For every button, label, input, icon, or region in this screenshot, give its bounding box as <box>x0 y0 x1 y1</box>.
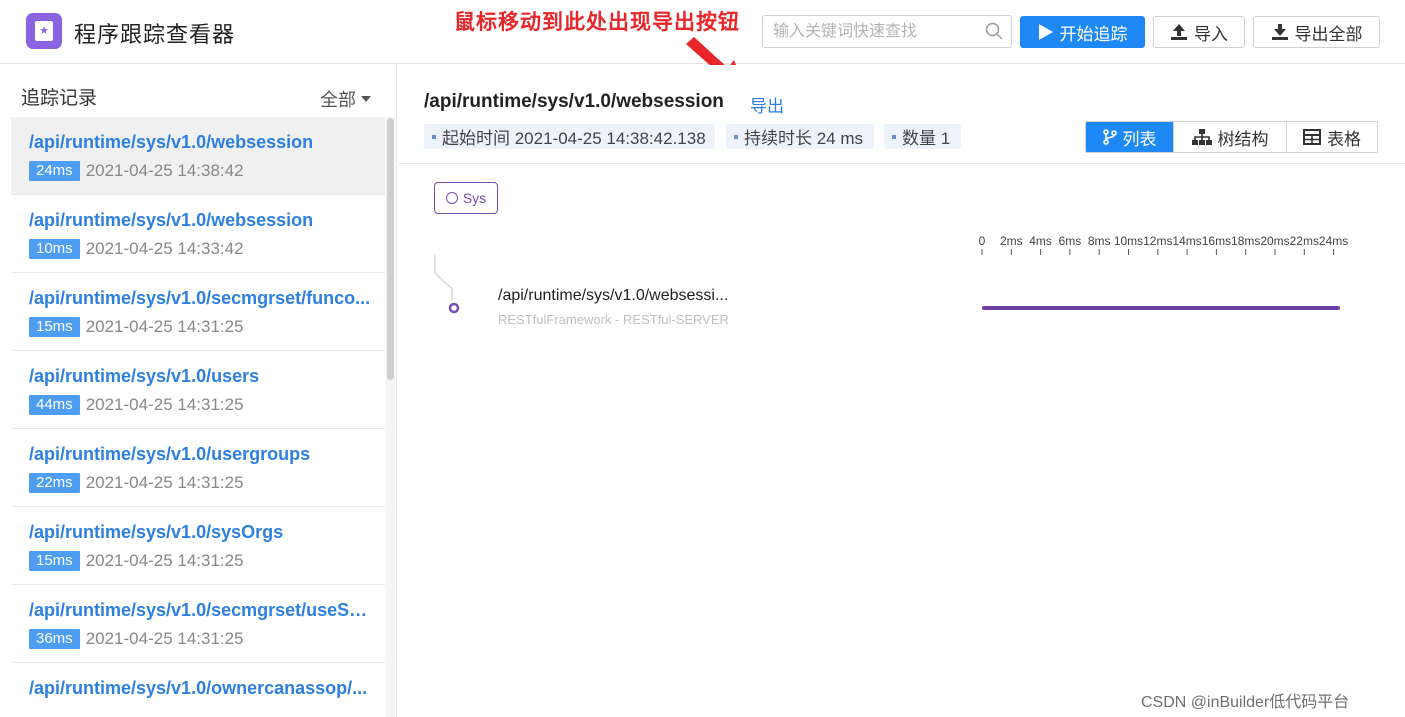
duration-badge: 44ms <box>29 395 80 415</box>
annotation-text: 鼠标移动到此处出现导出按钮 <box>454 11 740 34</box>
search-box[interactable] <box>762 15 1012 48</box>
timeline-tick-label: 10ms <box>1114 234 1143 248</box>
duration-badge: 15ms <box>29 317 80 337</box>
timeline-tick-label: 6ms <box>1059 234 1082 248</box>
view-table-button[interactable]: 表格 <box>1286 122 1377 152</box>
span-tree-connector <box>434 255 460 314</box>
detail-header: /api/runtime/sys/v1.0/websession 导出 起始时间… <box>398 65 1405 164</box>
view-list-button[interactable]: 列表 <box>1086 122 1173 152</box>
table-icon <box>1303 129 1321 145</box>
start-time-tag: 起始时间 2021-04-25 14:38:42.138 <box>424 124 715 149</box>
span-subtitle: RESTfulFramework - RESTful-SERVER <box>498 312 729 327</box>
trace-detail-panel: /api/runtime/sys/v1.0/websession 导出 起始时间… <box>398 65 1405 717</box>
view-list-label: 列表 <box>1122 129 1157 149</box>
trace-path: /api/runtime/sys/v1.0/secmgrset/useSe... <box>29 600 374 620</box>
duration-badge: 15ms <box>29 551 80 571</box>
app-header: ★ 程序跟踪查看器 鼠标移动到此处出现导出按钮 开始追踪 导入 导出全部 <box>0 0 1405 64</box>
export-link[interactable]: 导出 <box>750 92 784 117</box>
view-table-label: 表格 <box>1327 129 1361 149</box>
trace-path: /api/runtime/sys/v1.0/usergroups <box>29 444 311 464</box>
count-text: 数量 1 <box>902 129 951 148</box>
download-icon <box>1271 24 1288 40</box>
service-chip-label: Sys <box>462 190 487 206</box>
trace-list-item[interactable]: /api/runtime/sys/v1.0/users 44ms 2021-04… <box>11 351 385 429</box>
caret-down-icon <box>361 96 371 102</box>
view-switch: 列表 树结构 表格 <box>1085 121 1378 153</box>
start-trace-button[interactable]: 开始追踪 <box>1020 16 1145 48</box>
view-tree-label: 树结构 <box>1217 129 1269 149</box>
export-all-label: 导出全部 <box>1294 24 1363 44</box>
play-icon <box>1038 24 1053 40</box>
trace-sidebar: 追踪记录 全部 /api/runtime/sys/v1.0/websession… <box>0 65 397 717</box>
app-title: 程序跟踪查看器 <box>74 22 236 47</box>
trace-list: /api/runtime/sys/v1.0/websession 24ms 20… <box>11 117 385 717</box>
trace-title: /api/runtime/sys/v1.0/websession <box>424 91 724 112</box>
timeline-tick-label: 0 <box>979 234 986 248</box>
timeline-tick-label: 18ms <box>1231 234 1260 248</box>
trace-path: /api/runtime/sys/v1.0/secmgrset/funco... <box>29 288 371 308</box>
search-icon[interactable] <box>985 22 1003 40</box>
branch-icon <box>1102 129 1117 145</box>
span-duration-bar[interactable] <box>982 306 1340 310</box>
import-label: 导入 <box>1194 24 1228 44</box>
timeline-tick-label: 8ms <box>1088 234 1111 248</box>
sitemap-icon <box>1191 129 1212 145</box>
trace-path: /api/runtime/sys/v1.0/sysOrgs <box>29 522 284 542</box>
trace-time: 2021-04-25 14:31:25 <box>85 317 244 336</box>
trace-list-item[interactable]: /api/runtime/sys/v1.0/websession 10ms 20… <box>11 195 385 273</box>
sidebar-title: 追踪记录 <box>21 88 98 109</box>
trace-list-item[interactable]: /api/runtime/sys/v1.0/websession 24ms 20… <box>11 117 385 195</box>
trace-list-item[interactable]: /api/runtime/sys/v1.0/secmgrset/funco...… <box>11 273 385 351</box>
filter-dropdown[interactable]: 全部 <box>320 86 371 112</box>
service-chip[interactable]: Sys <box>434 182 498 214</box>
start-trace-label: 开始追踪 <box>1059 24 1128 44</box>
ring-icon <box>445 192 458 204</box>
timeline-tick-label: 2ms <box>1000 234 1023 248</box>
filter-label: 全部 <box>320 90 356 110</box>
trace-path: /api/runtime/sys/v1.0/users <box>29 366 260 386</box>
duration-badge: 10ms <box>29 239 80 259</box>
trace-path: /api/runtime/sys/v1.0/ownercanassop/... <box>29 678 368 698</box>
trace-path: /api/runtime/sys/v1.0/websession <box>29 132 314 152</box>
trace-list-item[interactable]: /api/runtime/sys/v1.0/ownercanassop/... <box>11 663 385 717</box>
timeline-tick-label: 20ms <box>1260 234 1289 248</box>
sidebar-scroll-thumb[interactable] <box>387 118 394 380</box>
duration-badge: 22ms <box>29 473 80 493</box>
timeline-tick-label: 22ms <box>1290 234 1319 248</box>
view-tree-button[interactable]: 树结构 <box>1173 122 1286 152</box>
app-logo-icon: ★ <box>26 13 62 49</box>
trace-time: 2021-04-25 14:31:25 <box>85 629 244 648</box>
duration-badge: 24ms <box>29 161 80 181</box>
timeline-tick-label: 12ms <box>1143 234 1172 248</box>
duration-text: 持续时长 24 ms <box>744 129 864 148</box>
trace-time: 2021-04-25 14:38:42 <box>85 161 244 180</box>
start-time-text: 起始时间 2021-04-25 14:38:42.138 <box>442 129 706 148</box>
trace-path: /api/runtime/sys/v1.0/websession <box>29 210 314 230</box>
trace-list-item[interactable]: /api/runtime/sys/v1.0/usergroups 22ms 20… <box>11 429 385 507</box>
watermark: CSDN @inBuilder低代码平台 <box>1141 694 1350 711</box>
trace-list-item[interactable]: /api/runtime/sys/v1.0/sysOrgs 15ms 2021-… <box>11 507 385 585</box>
import-button[interactable]: 导入 <box>1153 16 1245 48</box>
trace-time: 2021-04-25 14:31:25 <box>85 551 244 570</box>
bullet-icon <box>432 134 436 139</box>
export-all-button[interactable]: 导出全部 <box>1253 16 1380 48</box>
timeline-tick-label: 14ms <box>1172 234 1201 248</box>
duration-badge: 36ms <box>29 629 80 649</box>
trace-time: 2021-04-25 14:31:25 <box>85 473 244 492</box>
trace-time: 2021-04-25 14:33:42 <box>85 239 244 258</box>
trace-time: 2021-04-25 14:31:25 <box>85 395 244 414</box>
trace-list-item[interactable]: /api/runtime/sys/v1.0/secmgrset/useSe...… <box>11 585 385 663</box>
timeline-tick-label: 4ms <box>1029 234 1052 248</box>
bullet-icon <box>734 134 738 139</box>
span-name[interactable]: /api/runtime/sys/v1.0/websessi... <box>498 287 728 305</box>
timeline-axis: 0 2ms 4ms 6ms 8ms 10ms 12ms 14ms 16ms 18ms 20ms 22m… <box>979 234 1348 255</box>
count-tag: 数量 1 <box>884 124 961 149</box>
timeline-tick-label: 24ms <box>1319 234 1348 248</box>
timeline-tick-label: 16ms <box>1202 234 1231 248</box>
duration-tag: 持续时长 24 ms <box>726 124 874 149</box>
search-input[interactable] <box>763 16 973 47</box>
upload-icon <box>1171 24 1187 40</box>
bullet-icon <box>892 134 896 139</box>
